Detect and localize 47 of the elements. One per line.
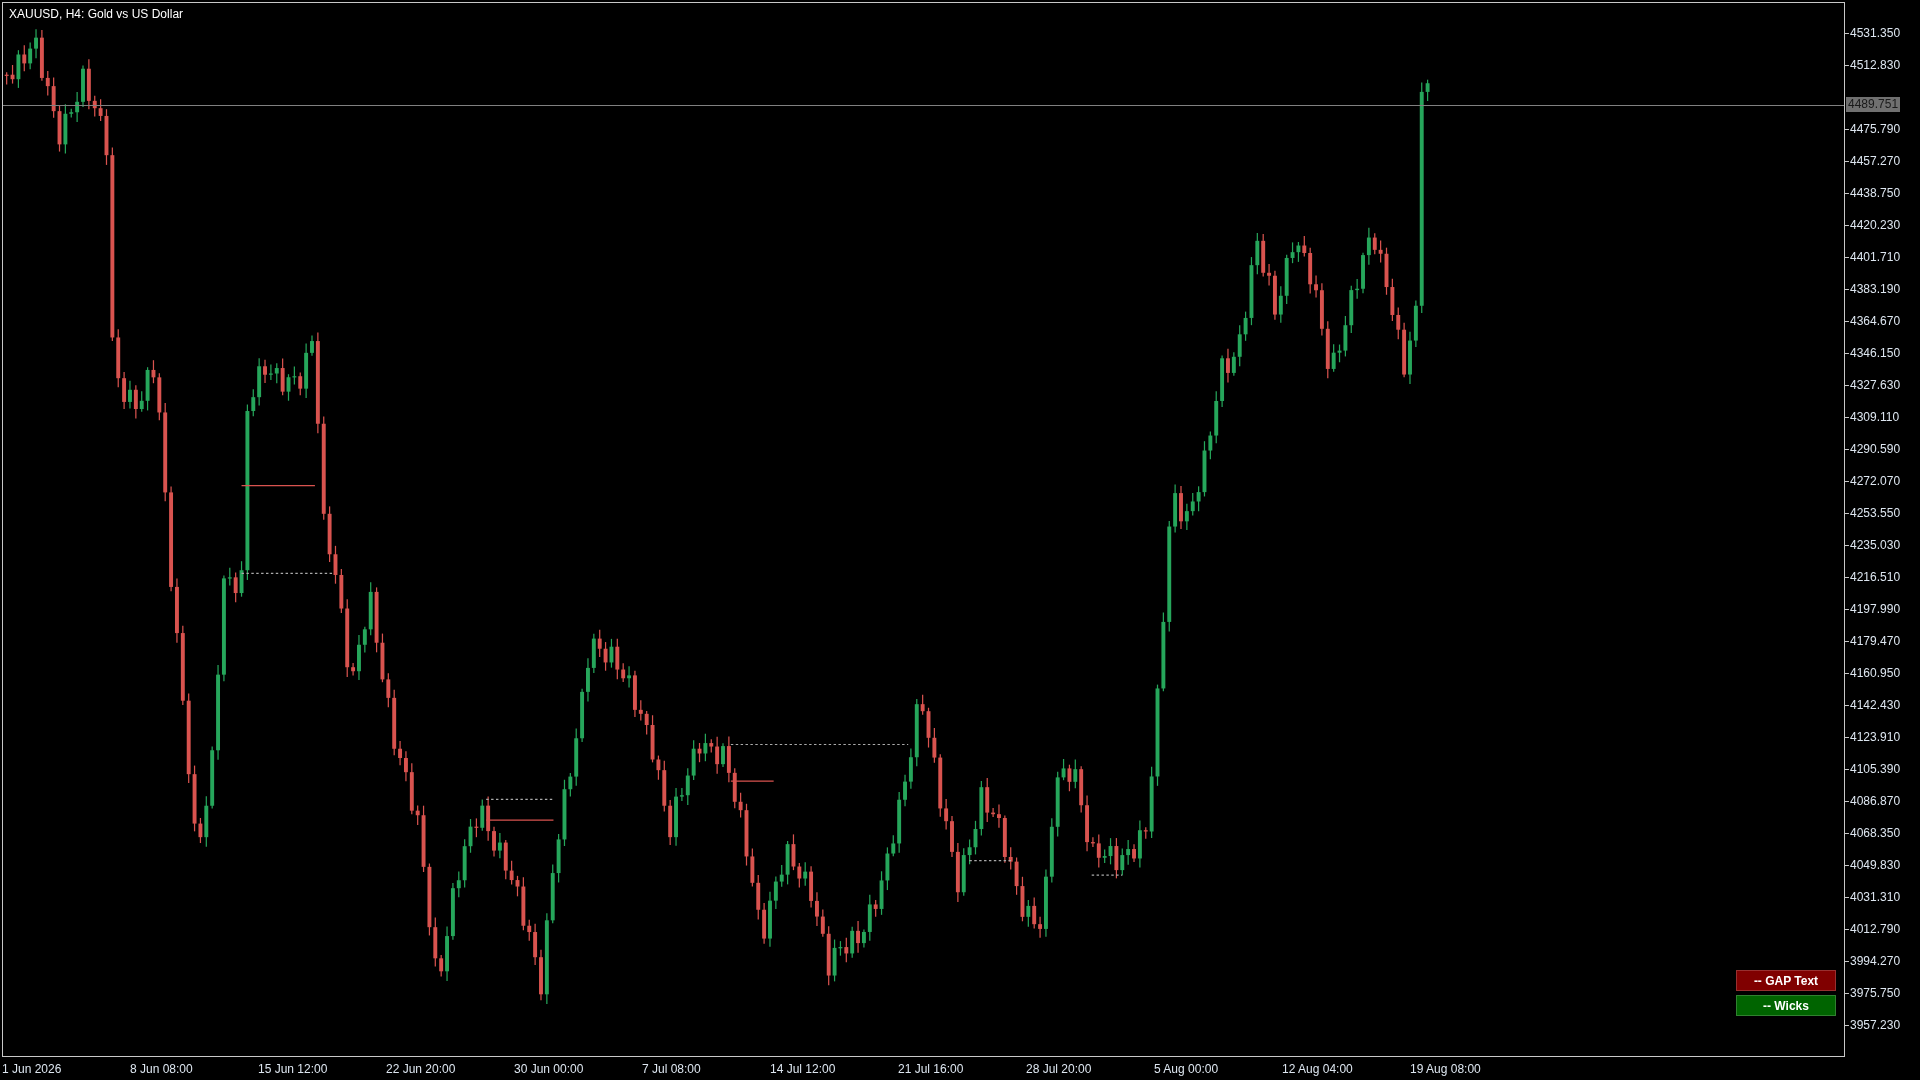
price-label: 3975.750 — [1850, 985, 1901, 1002]
toggle-button[interactable]: -- GAP Text — [1736, 970, 1836, 991]
price-label: 4512.830 — [1850, 57, 1901, 74]
price-label: 4457.270 — [1850, 153, 1901, 170]
price-label: 4049.830 — [1850, 857, 1901, 874]
price-label: 4068.350 — [1850, 825, 1901, 842]
price-label: 4383.190 — [1850, 281, 1901, 298]
price-label: 4123.910 — [1850, 729, 1901, 746]
price-label: 4012.790 — [1850, 921, 1901, 938]
time-label: 28 Jul 20:00 — [1026, 1060, 1093, 1078]
time-label: 1 Jun 2026 — [2, 1060, 63, 1078]
price-label: 4290.590 — [1850, 441, 1901, 458]
time-label: 22 Jun 20:00 — [386, 1060, 457, 1078]
time-label: 5 Aug 00:00 — [1154, 1060, 1220, 1078]
price-label: 4401.710 — [1850, 249, 1901, 266]
price-label: 4253.550 — [1850, 505, 1901, 522]
time-label: 7 Jul 08:00 — [642, 1060, 702, 1078]
time-label: 14 Jul 12:00 — [770, 1060, 837, 1078]
chart-title: XAUUSD, H4: Gold vs US Dollar — [9, 6, 184, 23]
toggle-button[interactable]: -- Wicks — [1736, 995, 1836, 1016]
price-label: 4364.670 — [1850, 313, 1901, 330]
time-label: 8 Jun 08:00 — [130, 1060, 194, 1078]
time-label: 12 Aug 04:00 — [1282, 1060, 1354, 1078]
time-label: 21 Jul 16:00 — [898, 1060, 965, 1078]
price-label: 4309.110 — [1850, 409, 1900, 426]
price-label: 4179.470 — [1850, 633, 1901, 650]
price-label: 3994.270 — [1850, 953, 1901, 970]
price-label: 4327.630 — [1850, 377, 1901, 394]
current-price-tag: 4489.751 — [1846, 96, 1901, 112]
price-label: 4531.350 — [1850, 25, 1901, 42]
price-label: 4235.030 — [1850, 537, 1901, 554]
price-label: 4086.870 — [1850, 793, 1901, 810]
price-label: 4438.750 — [1850, 185, 1901, 202]
price-label: 4420.230 — [1850, 217, 1901, 234]
price-label: 4142.430 — [1850, 697, 1901, 714]
price-label: 3957.230 — [1850, 1017, 1901, 1034]
price-label: 4216.510 — [1850, 569, 1901, 586]
price-label: 4105.390 — [1850, 761, 1901, 778]
price-label: 4346.150 — [1850, 345, 1901, 362]
time-label: 15 Jun 12:00 — [258, 1060, 329, 1078]
time-label: 19 Aug 08:00 — [1410, 1060, 1482, 1078]
price-label: 4475.790 — [1850, 121, 1901, 138]
price-label: 4272.070 — [1850, 473, 1901, 490]
price-label: 4031.310 — [1850, 889, 1901, 906]
time-label: 30 Jun 00:00 — [514, 1060, 585, 1078]
price-label: 4160.950 — [1850, 665, 1901, 682]
price-label: 4197.990 — [1850, 601, 1901, 618]
